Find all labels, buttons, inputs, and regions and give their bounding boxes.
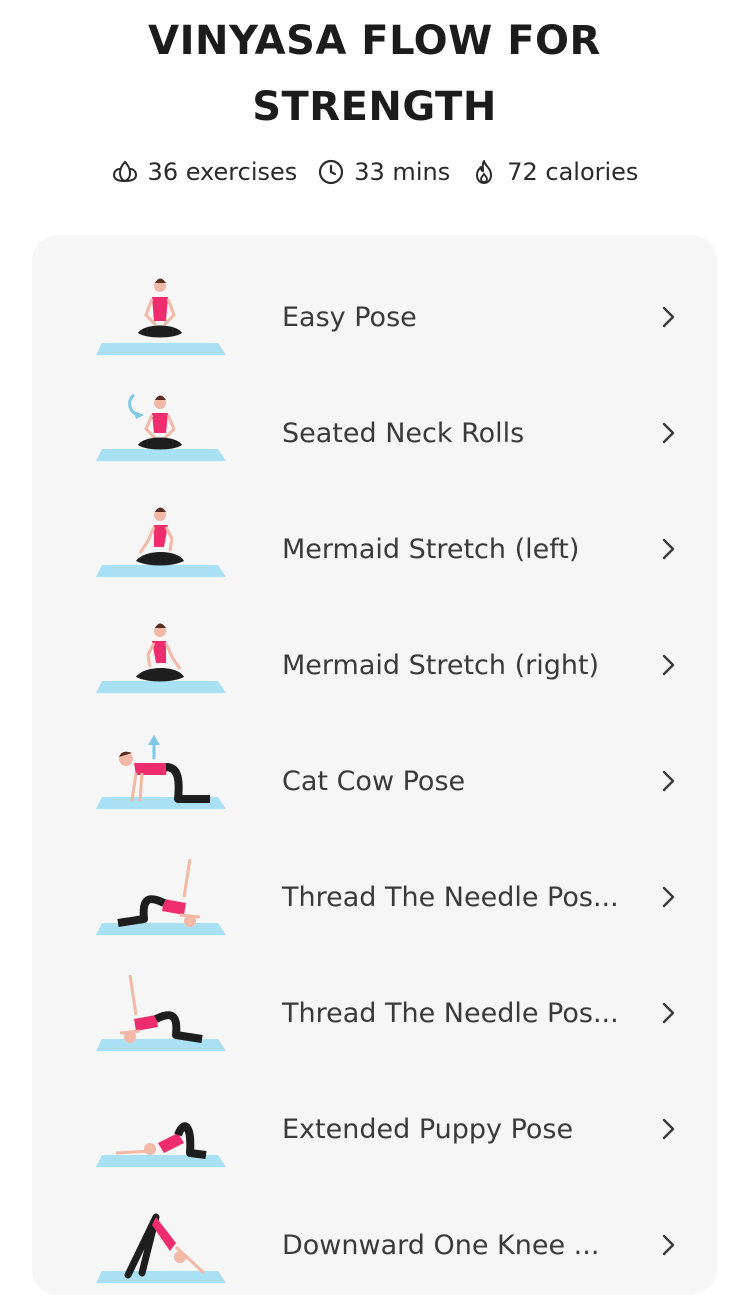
lotus-icon	[112, 160, 137, 183]
exercise-name: Mermaid Stretch (right)	[282, 649, 600, 681]
mermaid-right-figure	[60, 607, 260, 723]
exercise-row-mermaid-left[interactable]: Mermaid Stretch (left)	[32, 491, 717, 607]
downward-knee-figure	[60, 1187, 260, 1295]
easy-pose-figure	[60, 259, 260, 375]
exercise-name: Seated Neck Rolls	[282, 417, 525, 449]
thread-needle-figure	[60, 839, 260, 955]
exercise-name: Easy Pose	[282, 301, 417, 333]
chevron-right-icon	[662, 654, 675, 676]
exercise-name: Thread The Needle Pos...	[282, 881, 619, 913]
clock-icon	[319, 159, 344, 185]
chevron-right-icon	[662, 886, 675, 908]
exercise-row-thread-needle-1[interactable]: Thread The Needle Pos...	[32, 839, 717, 955]
thread-needle-figure	[60, 955, 260, 1071]
puppy-pose-figure	[60, 1071, 260, 1187]
title-line-1: VINYASA FLOW FOR	[148, 18, 601, 64]
exercise-row-mermaid-right[interactable]: Mermaid Stretch (right)	[32, 607, 717, 723]
exercise-row-cat-cow[interactable]: Cat Cow Pose	[32, 723, 717, 839]
chevron-right-icon	[662, 1118, 675, 1140]
cat-cow-figure	[60, 723, 260, 839]
exercise-row-downward-one-knee[interactable]: Downward One Knee ...	[32, 1187, 717, 1295]
stat-duration: 33 mins	[317, 158, 450, 186]
stat-duration-label: 33 mins	[354, 158, 451, 186]
chevron-right-icon	[662, 1002, 675, 1024]
page-title: VINYASA FLOW FOR STRENGTH	[0, 8, 749, 140]
exercise-row-extended-puppy[interactable]: Extended Puppy Pose	[32, 1071, 717, 1187]
exercise-name: Thread The Needle Pos...	[282, 997, 619, 1029]
chevron-right-icon	[662, 422, 675, 444]
flame-icon	[476, 160, 493, 184]
chevron-right-icon	[662, 538, 675, 560]
chevron-right-icon	[662, 770, 675, 792]
exercise-name: Mermaid Stretch (left)	[282, 533, 580, 565]
seated-neck-rolls-figure	[60, 375, 260, 491]
exercise-row-seated-neck-rolls[interactable]: Seated Neck Rolls	[32, 375, 717, 491]
workout-stats: 36 exercises 33 mins 72 calories	[0, 152, 749, 192]
mermaid-left-figure	[60, 491, 260, 607]
stat-exercises: 36 exercises	[111, 158, 298, 186]
exercise-name: Downward One Knee ...	[282, 1229, 600, 1261]
stat-exercises-label: 36 exercises	[147, 158, 298, 186]
stat-calories: 72 calories	[470, 158, 638, 186]
chevron-right-icon	[662, 306, 675, 328]
exercise-row-easy-pose[interactable]: Easy Pose	[32, 259, 717, 375]
exercise-row-thread-needle-2[interactable]: Thread The Needle Pos...	[32, 955, 717, 1071]
title-line-2: STRENGTH	[252, 84, 497, 130]
chevron-right-icon	[662, 1234, 675, 1256]
exercise-list: Easy Pose Seated Neck Rolls Mermaid Stre…	[32, 235, 717, 1295]
exercise-name: Extended Puppy Pose	[282, 1113, 574, 1145]
exercise-name: Cat Cow Pose	[282, 765, 466, 797]
stat-calories-label: 72 calories	[507, 158, 639, 186]
